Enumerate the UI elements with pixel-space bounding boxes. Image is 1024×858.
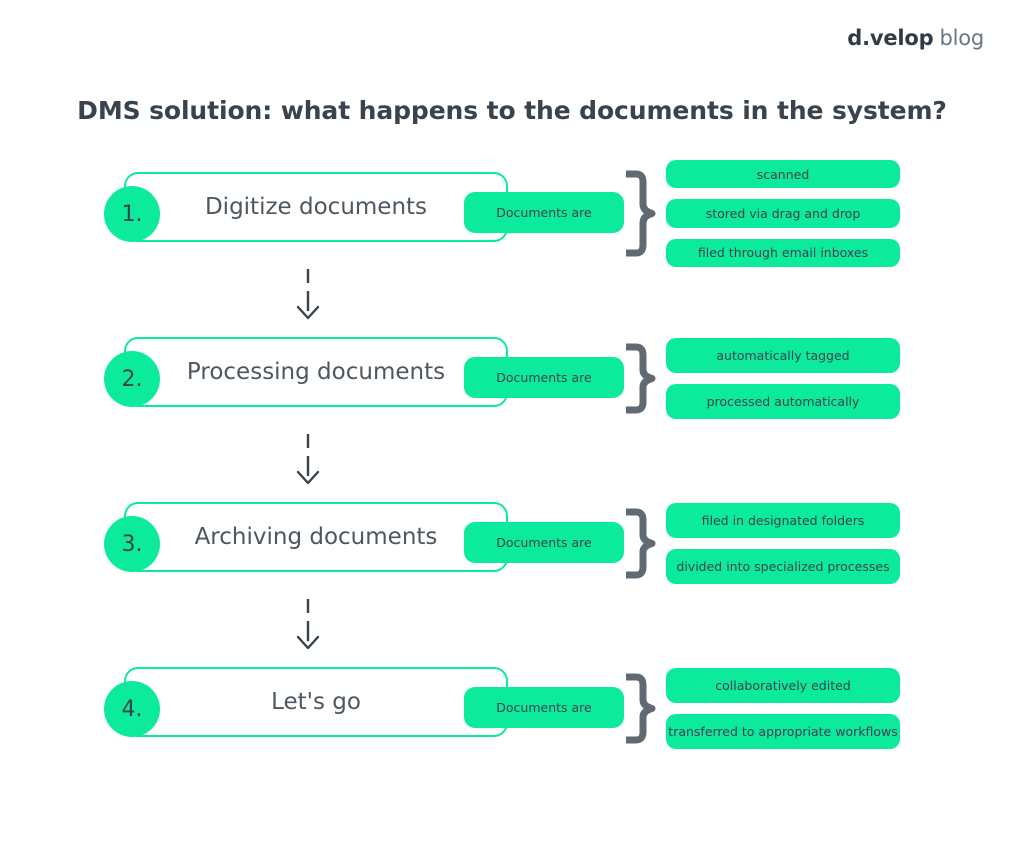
step-1-title: Digitize documents: [204, 194, 428, 220]
step-3-connector-label: Documents are: [464, 522, 624, 563]
step-2-number-badge: 2.: [104, 351, 160, 407]
step-3-main: Archiving documents 3. Documents are: [104, 490, 624, 597]
step-4-brace: [622, 655, 656, 762]
brand-logo-word: blog: [939, 26, 984, 50]
outcome-pill: scanned: [666, 160, 900, 189]
step-2-outcomes: automatically tagged processed automatic…: [666, 325, 900, 432]
outcome-pill: collaboratively edited: [666, 668, 900, 703]
process-step-1: Digitize documents 1. Documents are scan…: [0, 160, 1024, 267]
process-step-2: Processing documents 2. Documents are au…: [0, 325, 1024, 432]
outcome-pill: transferred to appropriate workflows: [666, 714, 900, 749]
outcome-pill: filed in designated folders: [666, 503, 900, 538]
process-step-4: Let's go 4. Documents are collaborativel…: [0, 655, 1024, 762]
connector-arrow-1: [288, 267, 328, 325]
step-3-brace: [622, 490, 656, 597]
step-2-main: Processing documents 2. Documents are: [104, 325, 624, 432]
page-title: DMS solution: what happens to the docume…: [77, 96, 947, 125]
step-4-main: Let's go 4. Documents are: [104, 655, 624, 762]
step-2-connector-label: Documents are: [464, 357, 624, 398]
step-3-outcomes: filed in designated folders divided into…: [666, 490, 900, 597]
outcome-pill: stored via drag and drop: [666, 199, 900, 228]
process-step-3: Archiving documents 3. Documents are fil…: [0, 490, 1024, 597]
step-2-brace: [622, 325, 656, 432]
step-1-connector-label: Documents are: [464, 192, 624, 233]
step-1-number-badge: 1.: [104, 186, 160, 242]
step-3-number-badge: 3.: [104, 516, 160, 572]
step-3-title: Archiving documents: [194, 524, 438, 550]
step-4-outcomes: collaboratively edited transferred to ap…: [666, 655, 900, 762]
outcome-pill: filed through email inboxes: [666, 238, 900, 267]
brand-logo-mark: d.velop: [847, 26, 934, 50]
step-4-number-badge: 4.: [104, 681, 160, 737]
step-2-title: Processing documents: [186, 359, 446, 385]
step-1-outcomes: scanned stored via drag and drop filed t…: [666, 160, 900, 267]
step-4-connector-label: Documents are: [464, 687, 624, 728]
brand-logo: d.velop blog: [847, 26, 984, 50]
connector-arrow-3: [288, 597, 328, 655]
step-4-title: Let's go: [271, 689, 361, 715]
outcome-pill: divided into specialized processes: [666, 549, 900, 584]
outcome-pill: processed automatically: [666, 384, 900, 419]
step-1-main: Digitize documents 1. Documents are: [104, 160, 624, 267]
outcome-pill: automatically tagged: [666, 338, 900, 373]
step-1-brace: [622, 160, 656, 267]
process-flow: Digitize documents 1. Documents are scan…: [0, 160, 1024, 762]
connector-arrow-2: [288, 432, 328, 490]
